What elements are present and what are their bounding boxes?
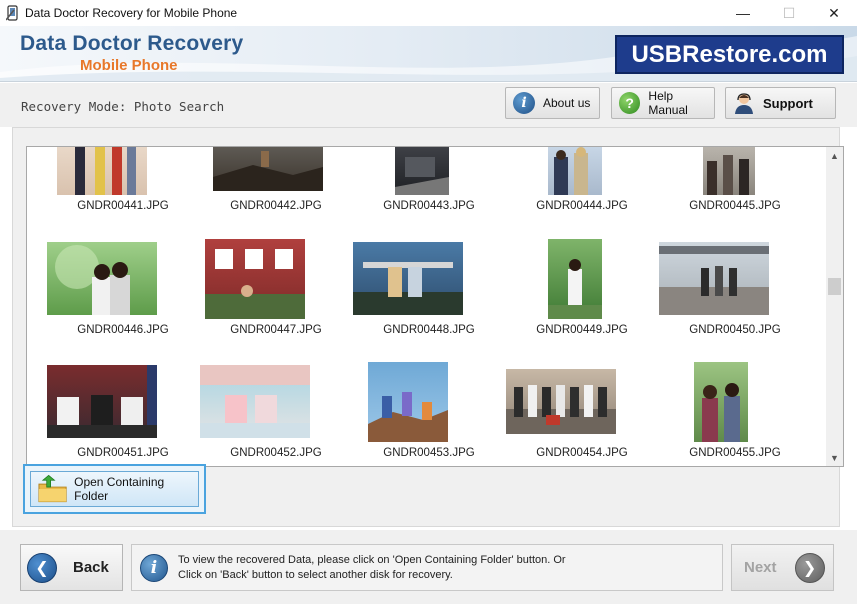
photo-thumbnail <box>694 362 748 442</box>
minimize-button[interactable]: — <box>720 0 766 26</box>
toolbar: Recovery Mode: Photo Search i About us ?… <box>0 83 857 127</box>
support-label: Support <box>763 95 813 111</box>
app-icon <box>6 5 18 21</box>
next-button[interactable]: Next ❯ <box>731 544 834 591</box>
brand-subtitle: Mobile Phone <box>80 57 178 74</box>
photo-thumbnail <box>395 147 449 195</box>
photo-item[interactable]: GNDR00451.JPG <box>47 365 199 466</box>
open-containing-folder-focus-ring: Open Containing Folder <box>23 464 206 514</box>
photo-filename: GNDR00441.JPG <box>77 200 169 212</box>
photo-thumbnail <box>200 365 310 438</box>
folder-icon <box>38 474 67 503</box>
scroll-up-icon[interactable]: ▲ <box>826 147 843 164</box>
brand-title: Data Doctor Recovery <box>20 32 244 55</box>
info-message-box: i To view the recovered Data, please cli… <box>131 544 723 591</box>
photo-filename: GNDR00445.JPG <box>689 200 781 212</box>
open-containing-folder-button[interactable]: Open Containing Folder <box>30 471 199 507</box>
photo-item[interactable]: GNDR00454.JPG <box>506 365 658 466</box>
photo-item[interactable]: GNDR00446.JPG <box>47 242 199 362</box>
photo-item[interactable]: GNDR00447.JPG <box>200 239 352 362</box>
photo-filename: GNDR00455.JPG <box>689 447 781 459</box>
photo-thumbnail <box>47 365 157 438</box>
photo-item[interactable]: GNDR00448.JPG <box>353 242 505 362</box>
photo-thumbnail <box>57 147 147 195</box>
photo-filename: GNDR00453.JPG <box>383 447 475 459</box>
photo-filename: GNDR00449.JPG <box>536 324 628 336</box>
help-manual-label: Help Manual <box>648 89 688 117</box>
photo-filename: GNDR00454.JPG <box>536 447 628 459</box>
photo-filename: GNDR00442.JPG <box>230 200 322 212</box>
photo-item[interactable]: GNDR00455.JPG <box>659 362 811 466</box>
photo-filename: GNDR00447.JPG <box>230 324 322 336</box>
photo-thumbnail <box>548 239 602 319</box>
photo-thumbnail <box>506 369 616 434</box>
bottom-bar: ❮ Back i To view the recovered Data, ple… <box>0 530 857 604</box>
photo-thumbnail <box>703 147 755 195</box>
support-agent-icon <box>733 92 755 114</box>
photo-filename: GNDR00444.JPG <box>536 200 628 212</box>
photo-filename: GNDR00446.JPG <box>77 324 169 336</box>
info-icon: i <box>513 92 535 114</box>
close-button[interactable]: ✕ <box>811 0 857 26</box>
photo-gallery: GNDR00441.JPG GNDR00442.JPG GNDR00443.JP… <box>26 146 844 467</box>
scroll-thumb[interactable] <box>828 278 841 295</box>
back-arrow-icon: ❮ <box>27 552 57 583</box>
gallery-scrollbar[interactable]: ▲ ▼ <box>826 147 843 466</box>
info-line-2: Click on 'Back' button to select another… <box>178 569 453 581</box>
photo-item[interactable]: GNDR00452.JPG <box>200 365 352 466</box>
photo-item[interactable]: GNDR00453.JPG <box>353 362 505 466</box>
title-bar: Data Doctor Recovery for Mobile Phone — … <box>0 0 857 26</box>
photo-thumbnail <box>47 242 157 315</box>
photo-thumbnail <box>368 362 448 442</box>
info-line-1: To view the recovered Data, please click… <box>178 554 566 566</box>
recovery-mode-label: Recovery Mode: Photo Search <box>21 99 225 114</box>
photo-filename: GNDR00452.JPG <box>230 447 322 459</box>
next-label: Next <box>744 559 777 576</box>
photo-item[interactable]: GNDR00450.JPG <box>659 242 811 362</box>
back-button[interactable]: ❮ Back <box>20 544 123 591</box>
photo-filename: GNDR00443.JPG <box>383 200 475 212</box>
window-title: Data Doctor Recovery for Mobile Phone <box>25 6 238 20</box>
help-manual-button[interactable]: ? Help Manual <box>611 87 715 119</box>
photo-thumbnail <box>548 147 602 195</box>
scroll-down-icon[interactable]: ▼ <box>826 449 843 466</box>
photo-thumbnail <box>213 147 323 191</box>
photo-thumbnail <box>353 242 463 315</box>
photo-item[interactable]: GNDR00449.JPG <box>506 239 658 362</box>
photo-filename: GNDR00448.JPG <box>383 324 475 336</box>
back-label: Back <box>73 559 109 576</box>
usbrestore-logo: USBRestore.com <box>615 35 844 74</box>
info-icon: i <box>140 554 168 582</box>
photo-filename: GNDR00451.JPG <box>77 447 169 459</box>
header-banner: Data Doctor Recovery Mobile Phone USBRes… <box>0 26 857 82</box>
about-us-button[interactable]: i About us <box>505 87 600 119</box>
about-us-label: About us <box>543 96 591 110</box>
question-icon: ? <box>619 92 641 114</box>
support-button[interactable]: Support <box>725 87 836 119</box>
photo-thumbnail <box>205 239 305 319</box>
maximize-button[interactable]: ☐ <box>766 0 812 26</box>
photo-thumbnail <box>659 242 769 315</box>
photo-filename: GNDR00450.JPG <box>689 324 781 336</box>
next-arrow-icon: ❯ <box>794 552 825 583</box>
open-containing-folder-label: Open Containing Folder <box>74 475 165 503</box>
